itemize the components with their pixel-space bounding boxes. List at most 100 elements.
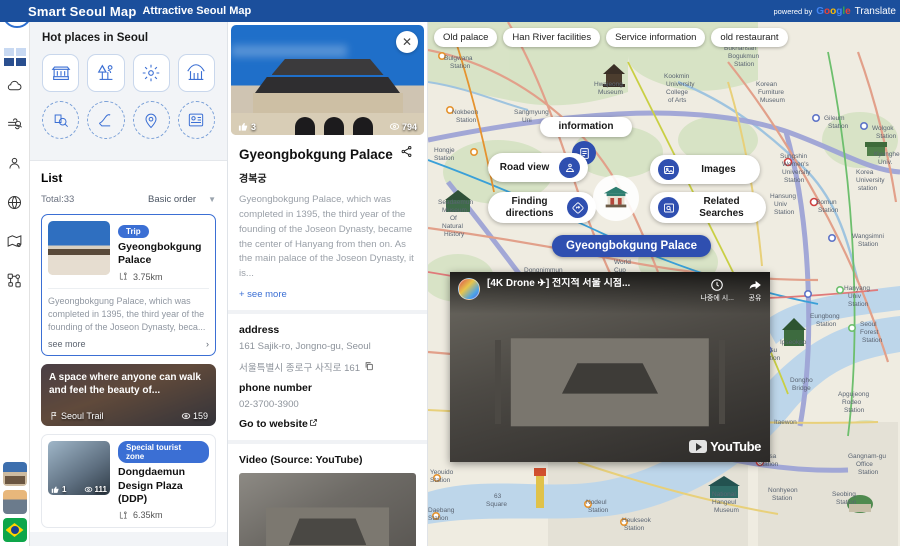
svg-text:Forest: Forest bbox=[860, 329, 879, 336]
svg-text:Sangmyung: Sangmyung bbox=[514, 109, 549, 116]
category-trail[interactable] bbox=[87, 101, 125, 139]
share-button[interactable]: 공유 bbox=[748, 278, 762, 303]
svg-text:Station: Station bbox=[434, 155, 455, 162]
see-more-button[interactable]: see more › bbox=[48, 339, 209, 349]
list-item-title: Dongdaemun Design Plaza (DDP) bbox=[118, 466, 186, 505]
svg-text:Nokbeon: Nokbeon bbox=[452, 109, 478, 116]
top-bar: Smart Seoul Map Attractive Seoul Map pow… bbox=[0, 0, 900, 22]
hot-category-row-1 bbox=[42, 54, 215, 92]
svg-text:Hongje: Hongje bbox=[434, 147, 455, 154]
palace-marker-icon[interactable] bbox=[593, 175, 639, 221]
map-chip-han-river-facilities[interactable]: Han River facilities bbox=[503, 28, 601, 47]
list-item[interactable]: 1 111 Special tourist zone Dongdaemun De… bbox=[41, 434, 216, 528]
svg-text:Gileum: Gileum bbox=[824, 115, 845, 122]
svg-text:Station: Station bbox=[772, 495, 793, 502]
category-news[interactable] bbox=[177, 101, 215, 139]
close-icon[interactable]: ✕ bbox=[396, 31, 418, 53]
poi-place-label[interactable]: Gyeongbokgung Palace bbox=[552, 235, 711, 257]
detail-summary: Gyeongbokgung Palace 경복궁 Gyeongbokgung P… bbox=[228, 135, 427, 310]
svg-text:Station: Station bbox=[876, 133, 897, 140]
see-more-link[interactable]: + see more bbox=[239, 289, 416, 300]
svg-text:Station: Station bbox=[828, 123, 849, 130]
category-hanok[interactable] bbox=[177, 54, 215, 92]
svg-text:Station: Station bbox=[588, 507, 609, 514]
share-icon[interactable] bbox=[400, 145, 413, 163]
category-festival[interactable] bbox=[132, 54, 170, 92]
list-sort-dropdown[interactable]: Basic order ▼ bbox=[148, 194, 216, 205]
cloud-icon[interactable] bbox=[0, 66, 30, 105]
map-canvas[interactable]: Bulgwana Station Nokbeon Station Sangmyung… bbox=[428, 22, 900, 546]
map-icon[interactable] bbox=[0, 222, 30, 261]
view-count: 794 bbox=[389, 121, 417, 132]
video-thumbnail[interactable] bbox=[239, 473, 416, 546]
svg-text:Station: Station bbox=[816, 321, 837, 328]
youtube-player-overlay[interactable]: [4K Drone ✈] 전지적 서울 시점... 나중에 시... 공유 Yo… bbox=[450, 272, 770, 462]
category-park[interactable] bbox=[87, 54, 125, 92]
category-location[interactable] bbox=[132, 101, 170, 139]
poi-action-information[interactable]: information bbox=[540, 117, 632, 137]
svg-text:Dongho: Dongho bbox=[790, 377, 813, 384]
svg-text:Kookmin: Kookmin bbox=[664, 73, 690, 80]
user-icon[interactable] bbox=[0, 144, 30, 183]
youtube-logo[interactable]: YouTube bbox=[689, 439, 761, 454]
channel-avatar[interactable] bbox=[458, 278, 480, 300]
svg-text:University: University bbox=[666, 81, 695, 88]
app-brand-title: Smart Seoul Map bbox=[28, 3, 137, 19]
list-item-top: 3 793 Trip Gyeongbokgung Palace 3.75km bbox=[48, 221, 209, 282]
thumb-flag-brazil-icon[interactable] bbox=[2, 518, 27, 542]
list-item[interactable]: A space where anyone can walk and feel t… bbox=[41, 364, 216, 427]
poi-action-related-searches[interactable]: Related Searches bbox=[650, 192, 766, 223]
network-icon[interactable] bbox=[0, 261, 30, 300]
svg-text:63: 63 bbox=[494, 493, 502, 500]
map-filter-chips: Old palace Han River facilities Service … bbox=[428, 28, 900, 47]
detail-title-korean: 경복궁 bbox=[239, 174, 267, 185]
poi-action-images[interactable]: Images bbox=[650, 155, 760, 184]
svg-text:Museum: Museum bbox=[760, 97, 785, 104]
smart-seoul-map-app: Smart Seoul Map Attractive Seoul Map pow… bbox=[0, 0, 900, 546]
category-palace[interactable] bbox=[42, 54, 80, 92]
list-item-stats: 1 111 bbox=[48, 485, 110, 494]
svg-text:Bogukmun: Bogukmun bbox=[728, 53, 759, 60]
svg-text:Bomun: Bomun bbox=[816, 199, 837, 206]
thumb-city-icon[interactable] bbox=[2, 490, 27, 514]
list-item-info: Trip Gyeongbokgung Palace 3.75km bbox=[118, 221, 209, 282]
svg-text:Daebang: Daebang bbox=[428, 507, 455, 514]
watch-later-button[interactable]: 나중에 시... bbox=[700, 278, 734, 303]
dashboard-grid-icon[interactable] bbox=[3, 48, 26, 66]
chevron-right-icon: › bbox=[206, 339, 209, 350]
svg-text:Nodeul: Nodeul bbox=[586, 499, 607, 506]
map-chip-old-palace[interactable]: Old palace bbox=[434, 28, 498, 47]
poi-action-finding-directions[interactable]: Finding directions bbox=[488, 192, 596, 223]
thumb-palace-icon[interactable] bbox=[2, 462, 27, 486]
category-road-view[interactable] bbox=[42, 101, 80, 139]
map-chip-old-restaurant[interactable]: old restaurant bbox=[711, 28, 788, 47]
svg-text:Seoul: Seoul bbox=[860, 321, 877, 328]
list-section: List Total:33 Basic order ▼ 3 793 Trip G… bbox=[30, 160, 227, 532]
youtube-video-title: [4K Drone ✈] 전지적 서울 시점... bbox=[487, 278, 631, 289]
globe-icon[interactable] bbox=[0, 183, 30, 222]
phone-value: 02-3700-3900 bbox=[239, 399, 299, 411]
map-chip-service-information[interactable]: Service information bbox=[606, 28, 706, 47]
svg-text:Natural: Natural bbox=[442, 223, 464, 230]
list-item[interactable]: 3 793 Trip Gyeongbokgung Palace 3.75km G… bbox=[41, 214, 216, 357]
svg-text:Station: Station bbox=[844, 407, 865, 414]
google-translate-attribution[interactable]: powered by Google Translate bbox=[773, 6, 896, 17]
copy-icon[interactable] bbox=[364, 361, 374, 374]
address-label: address bbox=[239, 324, 280, 337]
list-item-title: Gyeongbokgung Palace bbox=[118, 241, 202, 267]
list-item-footer: Seoul Trail 159 bbox=[49, 411, 208, 421]
hot-places-section: Hot places in Seoul bbox=[30, 22, 227, 160]
svg-text:Ipseokpo: Ipseokpo bbox=[780, 339, 807, 346]
svg-text:Station: Station bbox=[848, 301, 869, 308]
translate-label: Translate bbox=[854, 5, 896, 17]
svg-text:Museum: Museum bbox=[598, 89, 623, 96]
svg-text:Wolgok: Wolgok bbox=[872, 125, 894, 132]
svg-text:Station: Station bbox=[862, 337, 883, 344]
detail-hero-image: ✕ 3 794 bbox=[231, 25, 424, 135]
air-quality-icon[interactable] bbox=[0, 105, 30, 144]
svg-text:Station: Station bbox=[450, 63, 471, 70]
list-heading: List bbox=[41, 171, 63, 185]
poi-action-road-view[interactable]: Road view bbox=[488, 153, 588, 182]
go-to-website-link[interactable]: Go to website bbox=[239, 418, 416, 430]
svg-text:Heukseok: Heukseok bbox=[622, 517, 652, 524]
